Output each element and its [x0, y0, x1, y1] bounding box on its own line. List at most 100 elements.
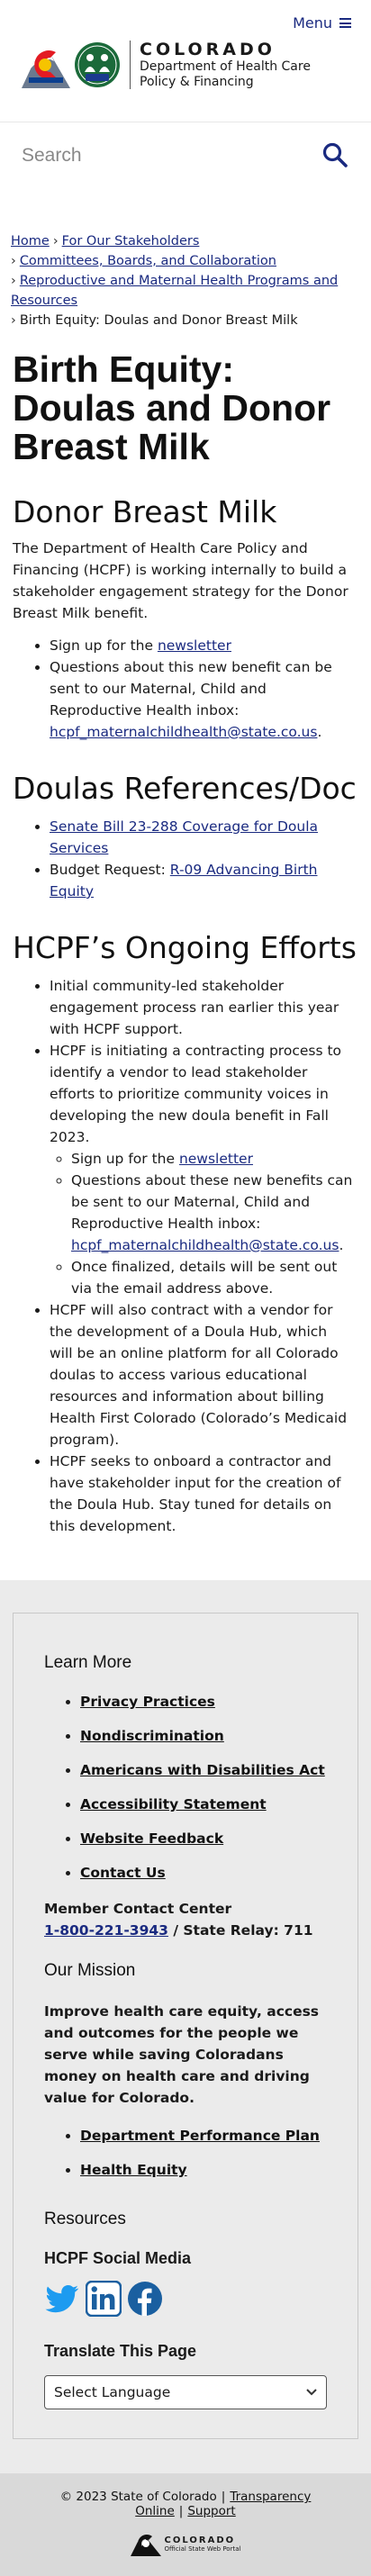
list-item: Budget Request: R-09 Advancing Birth Equ…: [50, 859, 353, 902]
breadcrumb-line-3: › Reproductive and Maternal Health Progra…: [11, 271, 360, 311]
performance-plan-link[interactable]: Department Performance Plan: [80, 2128, 320, 2144]
pipe-separator: |: [178, 2504, 184, 2518]
efforts-heading: HCPF’s Ongoing Efforts: [13, 930, 357, 965]
mission-text: Improve health care equity, access and o…: [44, 2003, 320, 2106]
menu-button[interactable]: Menu: [293, 14, 351, 32]
twitter-icon[interactable]: [44, 2281, 80, 2317]
translate-heading: Translate This Page: [44, 2342, 197, 2360]
nondiscrimination-link[interactable]: Nondiscrimination: [80, 1728, 224, 1744]
senate-bill-link[interactable]: Senate Bill 23-288 Coverage for Doula Se…: [50, 818, 318, 856]
contact-line: 1-800-221-3943 / State Relay: 711: [44, 1920, 327, 1941]
linkedin-icon[interactable]: [86, 2281, 122, 2317]
breadcrumb: Home › For Our Stakeholders › Committees, B…: [0, 204, 371, 330]
social-heading: HCPF Social Media: [44, 2249, 192, 2267]
breadcrumb-committees[interactable]: Committees, Boards, and Collaboration: [20, 254, 276, 268]
donor-breast-milk-section: Donor Breast Milk The Department of Heal…: [0, 495, 371, 743]
search-input[interactable]: Search: [22, 133, 349, 178]
state-portal-logo[interactable]: COLORADO Official State Web Portal: [13, 2531, 358, 2556]
breadcrumb-stakeholders[interactable]: For Our Stakeholders: [62, 234, 200, 249]
chevron-down-icon[interactable]: [306, 2389, 317, 2396]
list-item: Nondiscrimination: [80, 1727, 327, 1745]
list-item: Initial community-led stakeholder engage…: [50, 975, 353, 1040]
breadcrumb-home[interactable]: Home: [11, 234, 50, 249]
portal-sub: Official State Web Portal: [164, 2544, 241, 2553]
maternal-inbox-link[interactable]: hcpf_maternalchildhealth@state.co.us: [50, 724, 317, 740]
list-item: Sign up for the newsletter: [50, 635, 353, 656]
facebook-icon[interactable]: [127, 2281, 163, 2317]
hcpf-logo[interactable]: COLORADO Department of Health Care Polic…: [22, 40, 311, 90]
ongoing-efforts-section: HCPF’s Ongoing Efforts Initial community…: [0, 931, 371, 1537]
member-contact: Member Contact Center 1-800-221-3943 / S…: [44, 1898, 327, 1941]
health-equity-link[interactable]: Health Equity: [80, 2162, 187, 2178]
list-item: Questions about this new benefit can be …: [50, 656, 353, 743]
resources-heading: Resources: [44, 2210, 126, 2228]
breadcrumb-current: Birth Equity: Doulas and Donor Breast Mi…: [19, 313, 298, 328]
sub1-prefix: Sign up for the: [71, 1151, 179, 1167]
breadcrumb-separator: ›: [11, 313, 16, 328]
list-item: HCPF will also contract with a vendor fo…: [50, 1299, 353, 1451]
list-item: Privacy Practices: [80, 1693, 327, 1711]
contact-label: Member Contact Center: [44, 1901, 232, 1917]
search-icon[interactable]: [322, 142, 348, 167]
efforts-list: Initial community-led stakeholder engage…: [50, 975, 353, 1537]
search-bar-region: Search: [0, 122, 371, 204]
state-portal-text: COLORADO Official State Web Portal: [165, 2535, 241, 2553]
support-link[interactable]: Support: [187, 2504, 235, 2518]
social-icons: [44, 2281, 327, 2317]
menu-label[interactable]: Menu: [293, 14, 332, 32]
doulas-heading: Doulas References/Documentation: [13, 772, 358, 805]
newsletter-link[interactable]: newsletter: [158, 637, 231, 654]
bottom-bar: © 2023 State of Colorado | Transparency On…: [0, 2473, 371, 2576]
list-item: HCPF seeks to onboard a contractor and h…: [50, 1451, 353, 1537]
doulas-list: Senate Bill 23-288 Coverage for Doula Se…: [50, 816, 353, 902]
list-item: Contact Us: [80, 1864, 327, 1882]
contact-us-link[interactable]: Contact Us: [80, 1865, 166, 1881]
sub2-suffix: .: [339, 1237, 344, 1253]
hcpf-seal-icon: [75, 42, 120, 87]
colorado-c-logo-icon: [22, 50, 70, 88]
breadcrumb-line-2: › Committees, Boards, and Collaboration: [11, 251, 360, 271]
logo-divider: [130, 41, 131, 89]
list-item: Website Feedback: [80, 1830, 327, 1848]
donor-list: Sign up for the newsletter Questions abo…: [50, 635, 353, 743]
page-title: Birth Equity: Doulas and Donor Breast Mi…: [13, 348, 331, 467]
list-item: Accessibility Statement: [80, 1795, 327, 1813]
site-footer: Learn More Privacy Practices Nondiscrimi…: [0, 1580, 371, 2473]
doulas-references-section: Doulas References/Documentation Senate B…: [0, 772, 371, 902]
list-item: Once finalized, details will be sent out…: [71, 1256, 353, 1299]
logo-text: COLORADO Department of Health Care Polic…: [140, 40, 311, 90]
donor-item2-text: Questions about this new benefit can be …: [50, 659, 332, 719]
donor-intro: The Department of Health Care Policy and…: [13, 540, 348, 621]
website-feedback-link[interactable]: Website Feedback: [80, 1830, 223, 1847]
privacy-practices-link[interactable]: Privacy Practices: [80, 1694, 215, 1710]
hamburger-icon[interactable]: [339, 18, 351, 28]
efforts-sublist: Sign up for the newsletter Questions abo…: [71, 1148, 353, 1299]
efforts-item2-text: HCPF is initiating a contracting process…: [50, 1043, 342, 1145]
colorado-c-logo-icon: [130, 2535, 161, 2556]
phone-link[interactable]: 1-800-221-3943: [44, 1922, 168, 1939]
list-item: Sign up for the newsletter: [71, 1148, 353, 1170]
footer-box: Learn More Privacy Practices Nondiscrimi…: [13, 1613, 358, 2439]
list-item: Department Performance Plan: [80, 2127, 327, 2145]
breadcrumb-reproductive[interactable]: Reproductive and Maternal Health Program…: [11, 274, 338, 308]
newsletter-link[interactable]: newsletter: [179, 1151, 253, 1167]
ada-link[interactable]: Americans with Disabilities Act: [80, 1762, 325, 1778]
maternal-inbox-link[interactable]: hcpf_maternalchildhealth@state.co.us: [71, 1237, 339, 1253]
list-item: Senate Bill 23-288 Coverage for Doula Se…: [50, 816, 353, 859]
mission-links: Department Performance Plan Health Equit…: [80, 2127, 327, 2179]
logo-state-name: COLORADO: [140, 40, 276, 59]
sub2-text: Questions about these new benefits can b…: [71, 1172, 353, 1232]
accessibility-link[interactable]: Accessibility Statement: [80, 1796, 267, 1812]
bottom-links: © 2023 State of Colorado | Transparency On…: [13, 2490, 358, 2518]
logo-dept-line2: Policy & Financing: [140, 75, 254, 89]
language-select-value[interactable]: Select Language: [54, 2384, 170, 2400]
breadcrumb-separator: ›: [11, 274, 16, 288]
language-select[interactable]: Select Language: [44, 2375, 327, 2409]
list-item: Health Equity: [80, 2161, 327, 2179]
state-relay: / State Relay: 711: [167, 1922, 313, 1939]
site-header: Menu COLORADO Department of Health Care: [0, 0, 371, 122]
search-placeholder[interactable]: Search: [22, 145, 82, 167]
breadcrumb-separator: ›: [11, 254, 16, 268]
logo-dept-line1: Department of Health Care: [140, 59, 311, 74]
portal-state: COLORADO: [164, 2535, 236, 2545]
